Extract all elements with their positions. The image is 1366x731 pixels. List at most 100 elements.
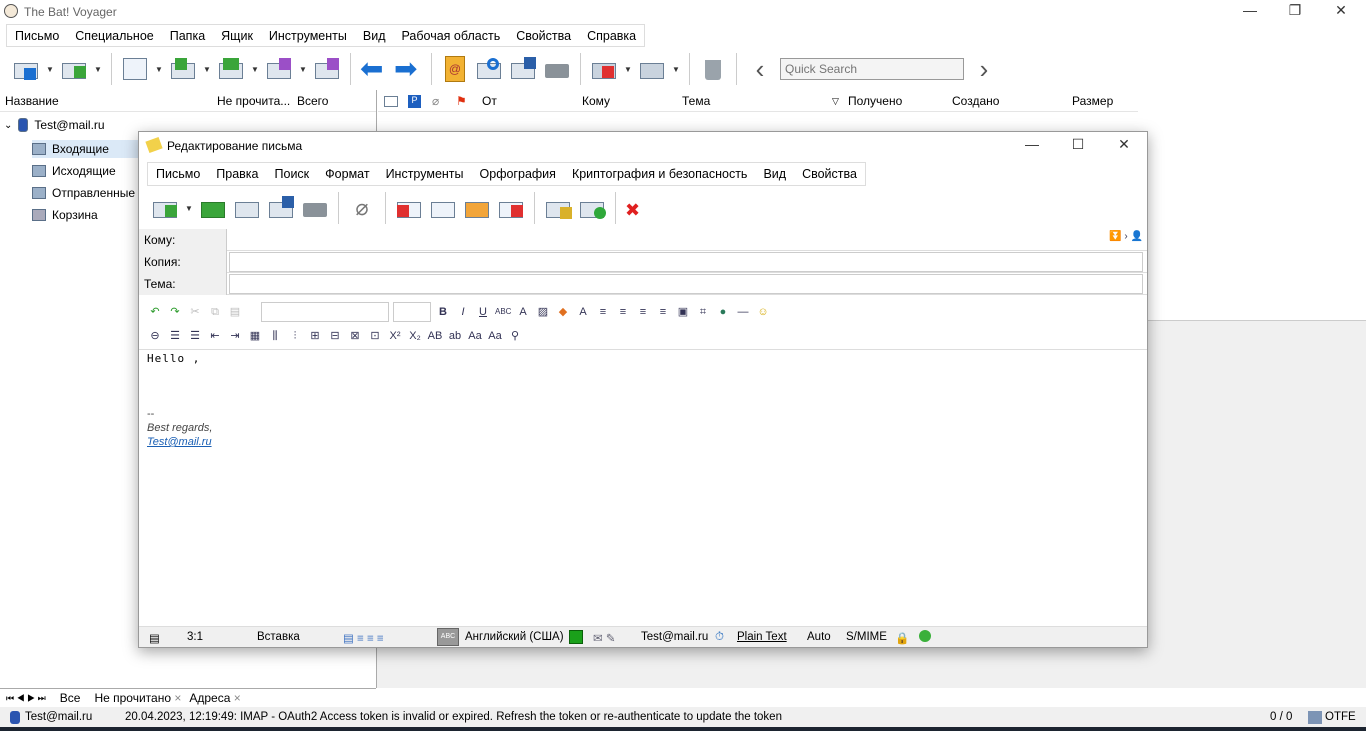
reply-all-icon[interactable] (217, 56, 245, 82)
find-icon[interactable] (475, 56, 503, 82)
superscript-icon[interactable]: X² (387, 328, 403, 344)
menu-special[interactable]: Специальное (67, 25, 161, 46)
table-split-icon[interactable]: ⊟ (327, 328, 343, 344)
dropdown-icon[interactable]: ▼ (46, 65, 54, 74)
send-mail-icon[interactable] (60, 56, 88, 82)
timer-icon[interactable]: ⏱ (715, 631, 724, 644)
close-tab-icon[interactable]: × (234, 691, 241, 705)
encrypt-icon[interactable] (544, 195, 572, 221)
column-size[interactable]: Размер (1072, 94, 1113, 108)
paste-icon[interactable]: ▤ (227, 304, 243, 320)
fill-icon[interactable]: ◆ (555, 304, 571, 320)
minimize-button[interactable]: — (1227, 2, 1273, 22)
from-account[interactable]: Test@mail.ru (641, 631, 708, 643)
menu-workspace[interactable]: Рабочая область (394, 25, 509, 46)
dropdown-icon[interactable]: ▼ (299, 65, 307, 74)
dropdown-icon[interactable]: ▼ (624, 65, 632, 74)
table-icon[interactable]: ▦ (247, 328, 263, 344)
close-tab-icon[interactable]: × (174, 691, 181, 705)
cc-input[interactable] (229, 252, 1143, 272)
menu-letter[interactable]: Письмо (7, 25, 67, 46)
body-greeting[interactable]: Hello , (147, 352, 200, 365)
sign-icon[interactable] (578, 195, 606, 221)
numbered-list-icon[interactable]: ☰ (187, 328, 203, 344)
italic-icon[interactable]: I (455, 304, 471, 320)
column-name[interactable]: Название (5, 94, 59, 108)
table-delete-icon[interactable]: ⊡ (367, 328, 383, 344)
color-indicator[interactable] (569, 630, 583, 644)
move-to-folder-icon[interactable] (590, 56, 618, 82)
undo-icon[interactable]: ↶ (147, 304, 163, 320)
compose-menu-spelling[interactable]: Орфография (472, 163, 564, 185)
find-prev-icon[interactable] (395, 195, 423, 221)
compose-menu-search[interactable]: Поиск (267, 163, 318, 185)
compose-menu-format[interactable]: Формат (317, 163, 377, 185)
crop-icon[interactable]: ⌗ (695, 304, 711, 320)
tab-all[interactable]: Все (53, 691, 87, 705)
receipt-icon[interactable]: ✉ ✎ (593, 631, 615, 645)
cut-icon[interactable]: ✂ (187, 304, 203, 320)
cancel-icon[interactable]: ✖ (625, 195, 653, 221)
redirect-icon[interactable] (313, 56, 341, 82)
attachment-column-icon[interactable]: ⌀ (432, 94, 439, 108)
send-icon[interactable] (151, 195, 179, 221)
account-node[interactable]: ⌄ Test@mail.ru (4, 118, 105, 132)
bullet-list-icon[interactable]: ☰ (167, 328, 183, 344)
menu-folder[interactable]: Папка (162, 25, 213, 46)
folder-outbox[interactable]: Исходящие (32, 164, 116, 178)
dropdown-icon[interactable]: ▼ (155, 65, 163, 74)
address-book-icon[interactable]: @ (441, 56, 469, 82)
bold-icon[interactable]: B (435, 304, 451, 320)
column-subject[interactable]: Тема (682, 94, 710, 108)
search-forward-icon[interactable]: › (970, 56, 998, 82)
column-from[interactable]: От (482, 94, 497, 108)
trash-icon[interactable] (699, 56, 727, 82)
folder-inbox[interactable]: Входящие (32, 140, 138, 158)
close-button[interactable]: ✕ (1318, 2, 1364, 22)
table-merge-icon[interactable]: ⊠ (347, 328, 363, 344)
security-mode[interactable]: S/MIME (846, 631, 887, 643)
to-input[interactable] (229, 230, 1143, 250)
address-picker-icon[interactable]: ⏬ › 👤 (1109, 231, 1143, 242)
dropdown-icon[interactable]: ▼ (185, 204, 193, 213)
get-mail-icon[interactable] (12, 56, 40, 82)
align-center-icon[interactable]: ≡ (615, 304, 631, 320)
lowercase-icon[interactable]: ab (447, 328, 463, 344)
compose-menu-letter[interactable]: Письмо (148, 163, 208, 185)
column-unread[interactable]: Не прочита... (217, 94, 290, 108)
redo-icon[interactable]: ↷ (167, 304, 183, 320)
wrap-icon[interactable]: ▤ ≡ ≡ ≡ (343, 631, 384, 645)
forward-icon[interactable] (265, 56, 293, 82)
copy-to-folder-icon[interactable] (638, 56, 666, 82)
lock-icon[interactable]: 🔒 (895, 631, 909, 645)
underline-icon[interactable]: U (475, 304, 491, 320)
print-icon[interactable] (543, 56, 571, 82)
compose-menu-properties[interactable]: Свойства (794, 163, 865, 185)
find-replace-icon[interactable] (463, 195, 491, 221)
indent-icon[interactable]: ⇥ (227, 328, 243, 344)
tab-addresses[interactable]: Адреса × (189, 691, 240, 705)
compose-close-button[interactable]: ✕ (1101, 136, 1147, 156)
charset[interactable]: Auto (807, 631, 831, 643)
queue-icon[interactable] (199, 195, 227, 221)
table-col-icon[interactable]: ⫼ (267, 328, 283, 344)
next-arrow-icon[interactable]: ➡ (394, 55, 422, 83)
folder-sent[interactable]: Отправленные (32, 186, 135, 200)
save-draft-icon[interactable] (233, 195, 261, 221)
signature-link[interactable]: Test@mail.ru (147, 436, 212, 448)
dropdown-icon[interactable]: ▼ (94, 65, 102, 74)
language[interactable]: Английский (США) (465, 631, 564, 643)
highlight-icon[interactable]: ▨ (535, 304, 551, 320)
otfe-label[interactable]: OTFE (1325, 711, 1356, 723)
menu-help[interactable]: Справка (579, 25, 644, 46)
priority-column-icon[interactable]: P (408, 95, 421, 108)
flag-column-icon[interactable]: ⚑ (456, 94, 467, 108)
dropdown-icon[interactable]: ▼ (251, 65, 259, 74)
status-account[interactable]: Test@mail.ru (25, 711, 92, 723)
capitalize-icon[interactable]: Aa (467, 328, 483, 344)
subject-input[interactable] (229, 274, 1143, 294)
copy-icon[interactable]: ⧉ (207, 304, 223, 320)
restore-button[interactable]: ❐ (1272, 2, 1318, 22)
compose-minimize-button[interactable]: — (1009, 136, 1055, 156)
uppercase-icon[interactable]: AB (427, 328, 443, 344)
